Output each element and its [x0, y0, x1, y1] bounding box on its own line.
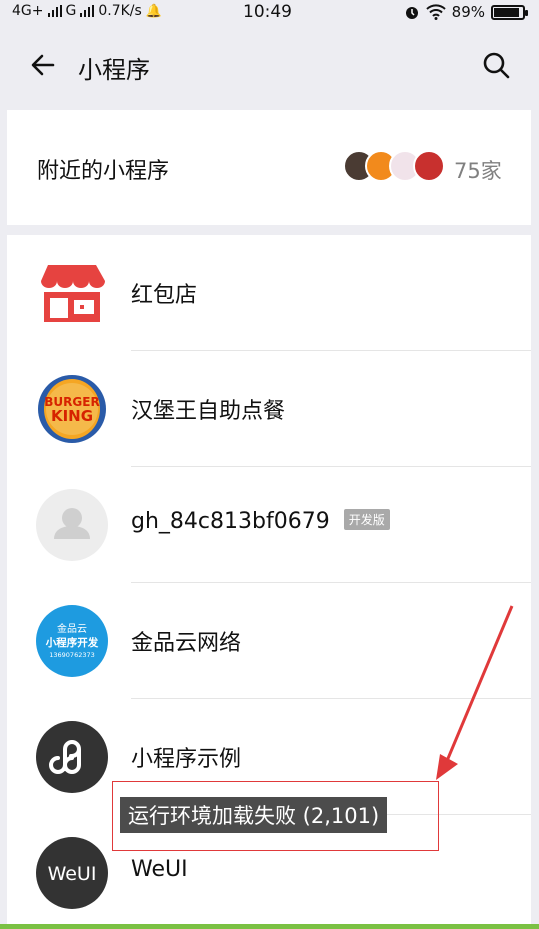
nearby-app-icon: [413, 150, 445, 182]
notification-bell-icon: 🔔: [145, 3, 163, 19]
weui-logo-text: WeUI: [48, 863, 97, 885]
alarm-icon: [405, 7, 418, 19]
battery-icon: [491, 4, 528, 20]
item-name: gh_84c813bf0679: [131, 509, 330, 534]
annotation-box: [112, 781, 439, 851]
nearby-mini-programs-row[interactable]: 附近的小程序 75家: [7, 110, 531, 225]
status-time: 10:49: [243, 2, 292, 22]
jinpin-bottom-text: 13690762373: [49, 651, 95, 659]
jinpin-top-text: 金品云: [57, 622, 87, 635]
network-type-2: G: [65, 3, 77, 19]
bottom-edge-bar: [0, 924, 539, 929]
nearby-count: 75家: [454, 159, 502, 183]
arrow-left-icon[interactable]: [28, 50, 58, 80]
item-label: gh_84c813bf0679 开发版: [131, 509, 390, 534]
battery-percent: 89%: [451, 3, 485, 21]
item-label: 汉堡王自助点餐: [131, 399, 286, 424]
signal-icon-2: [80, 5, 95, 17]
status-left: 4G+ G 0.7K/s 🔔: [12, 3, 162, 19]
status-bar: 4G+ G 0.7K/s 🔔 10:49 89%: [0, 0, 539, 28]
jinpin-mid-text: 小程序开发: [45, 636, 99, 649]
default-avatar-icon: [36, 489, 108, 561]
burger-king-logo: BURGER KING: [36, 373, 108, 445]
item-label: 红包店: [131, 283, 198, 308]
network-speed: 0.7K/s: [98, 3, 142, 19]
jinpinyun-logo: 金品云 小程序开发 13690762373: [36, 605, 108, 677]
status-right: 89%: [404, 3, 528, 21]
nearby-label: 附近的小程序: [37, 159, 170, 184]
list-item[interactable]: BURGER KING 汉堡王自助点餐: [7, 351, 531, 467]
annotation-arrow: [436, 605, 514, 780]
wifi-icon: [425, 4, 446, 20]
nearby-icons: [343, 150, 449, 186]
page-title: 小程序: [78, 56, 150, 84]
list-item[interactable]: 红包店: [7, 235, 531, 351]
dev-version-tag: 开发版: [343, 509, 390, 530]
network-type: 4G+: [12, 3, 44, 19]
item-label: 小程序示例: [131, 747, 242, 772]
navigation-bar: 小程序: [0, 28, 539, 108]
search-icon[interactable]: [481, 50, 511, 80]
signal-icon: [47, 5, 62, 17]
item-label: WeUI: [131, 857, 188, 882]
shop-icon: [36, 257, 108, 329]
item-label: 金品云网络: [131, 631, 242, 656]
list-item[interactable]: gh_84c813bf0679 开发版: [7, 467, 531, 583]
mini-program-icon: [36, 721, 108, 793]
weui-logo: WeUI: [36, 837, 108, 909]
svg-text:KING: KING: [51, 407, 93, 425]
